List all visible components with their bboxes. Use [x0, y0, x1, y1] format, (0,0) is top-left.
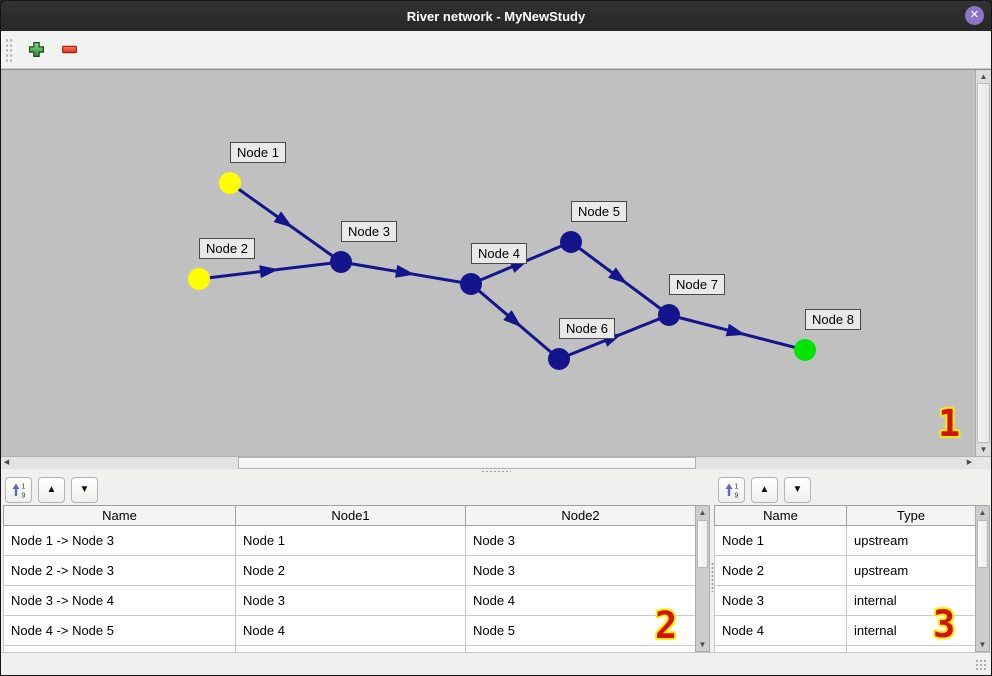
- canvas-hscrollbar-row: ◀ ▶: [1, 456, 991, 469]
- table-cell[interactable]: Node 3: [466, 526, 696, 556]
- node-label[interactable]: Node 7: [669, 274, 725, 295]
- table-cell[interactable]: Node 3: [715, 586, 847, 616]
- table-cell[interactable]: upstream: [847, 526, 976, 556]
- table-cell[interactable]: Node 4: [236, 616, 466, 646]
- up-arrow-icon: ▲: [760, 485, 770, 495]
- node-labels-layer: Node 1 Node 2 Node 3 Node 4 Node 5 Node 6 Node…: [1, 70, 977, 457]
- remove-button[interactable]: [56, 37, 82, 63]
- main-toolbar: [1, 31, 991, 69]
- move-down-button[interactable]: ▼: [784, 477, 811, 503]
- table-cell[interactable]: internal: [847, 616, 976, 646]
- node-label[interactable]: Node 8: [805, 309, 861, 330]
- column-header[interactable]: Name: [715, 506, 847, 526]
- annotation-1: 1: [938, 405, 960, 442]
- table-row[interactable]: Node 2 -> Node 3Node 2Node 3: [4, 556, 696, 586]
- add-button[interactable]: [23, 37, 49, 63]
- table-cell[interactable]: Node 2: [715, 556, 847, 586]
- node-label[interactable]: Node 3: [341, 221, 397, 242]
- node-label[interactable]: Node 6: [559, 318, 615, 339]
- network-canvas[interactable]: Node 1 Node 2 Node 3 Node 4 Node 5 Node 6 Node…: [1, 69, 991, 456]
- canvas-vscroll-thumb[interactable]: [977, 83, 990, 443]
- scroll-down-icon[interactable]: ▼: [696, 638, 709, 651]
- node-label[interactable]: Node 1: [230, 142, 286, 163]
- branches-pane: 1 9 ▲ ▼ NameNode1Node2Node 1 -> Node 3No…: [1, 474, 711, 652]
- column-header[interactable]: Type: [847, 506, 976, 526]
- minus-icon: [61, 41, 78, 58]
- svg-text:9: 9: [734, 493, 738, 500]
- branches-table-scrollbar[interactable]: ▲ ▼: [695, 505, 710, 652]
- app-window: River network - MyNewStudy ✕ Node 1Node …: [0, 0, 992, 676]
- branches-scroll-thumb[interactable]: [697, 520, 708, 568]
- table-row[interactable]: Node 2upstream: [715, 556, 976, 586]
- branches-table: NameNode1Node2Node 1 -> Node 3Node 1Node…: [3, 505, 695, 652]
- resize-grip[interactable]: [975, 659, 988, 672]
- scroll-left-icon[interactable]: ◀: [1, 457, 12, 469]
- toolbar-drag-handle[interactable]: [5, 38, 14, 62]
- table-cell[interactable]: Node 4 -> Node 5: [4, 616, 236, 646]
- table-cell[interactable]: Node 3: [466, 556, 696, 586]
- sort-ascending-icon: 1 9: [723, 481, 741, 499]
- scroll-right-icon[interactable]: ▶: [964, 457, 975, 469]
- nodes-toolbar: 1 9 ▲ ▼: [714, 474, 991, 505]
- table-cell[interactable]: Node 3: [236, 586, 466, 616]
- table-cell[interactable]: Node 2 -> Node 3: [4, 556, 236, 586]
- scroll-down-icon[interactable]: ▼: [976, 443, 991, 456]
- close-button[interactable]: ✕: [965, 6, 984, 25]
- down-arrow-icon: ▼: [793, 485, 803, 495]
- table-row[interactable]: Node 1 -> Node 3Node 1Node 3: [4, 526, 696, 556]
- close-icon: ✕: [970, 9, 979, 21]
- sort-button[interactable]: 1 9: [718, 477, 745, 503]
- table-cell[interactable]: Node 1: [715, 526, 847, 556]
- node-label[interactable]: Node 5: [571, 201, 627, 222]
- annotation-2: 2: [655, 607, 677, 644]
- scroll-up-icon[interactable]: ▲: [696, 506, 709, 519]
- scrollbar-corner: [975, 456, 991, 469]
- scroll-up-icon[interactable]: ▲: [976, 70, 991, 83]
- table-cell[interactable]: Node 1: [236, 526, 466, 556]
- column-header[interactable]: Node1: [236, 506, 466, 526]
- down-arrow-icon: ▼: [80, 485, 90, 495]
- canvas-vscrollbar[interactable]: ▲ ▼: [975, 70, 991, 456]
- branches-table-wrap: NameNode1Node2Node 1 -> Node 3Node 1Node…: [3, 505, 695, 652]
- node-label[interactable]: Node 4: [471, 243, 527, 264]
- canvas-hscroll-thumb[interactable]: [238, 457, 696, 469]
- column-header[interactable]: Node2: [466, 506, 696, 526]
- status-bar: [1, 652, 991, 675]
- scroll-down-icon[interactable]: ▼: [976, 638, 989, 651]
- nodes-scroll-thumb[interactable]: [977, 520, 988, 568]
- table-row[interactable]: Node 4 -> Node 5Node 4Node 5: [4, 616, 696, 646]
- column-header[interactable]: Name: [4, 506, 236, 526]
- table-cell[interactable]: Node 1 -> Node 3: [4, 526, 236, 556]
- canvas-hscrollbar[interactable]: ◀ ▶: [1, 456, 975, 469]
- splitter-handle-dots: [481, 470, 511, 473]
- scroll-up-icon[interactable]: ▲: [976, 506, 989, 519]
- table-row[interactable]: Node 1upstream: [715, 526, 976, 556]
- move-up-button[interactable]: ▲: [751, 477, 778, 503]
- table-cell[interactable]: upstream: [847, 556, 976, 586]
- move-up-button[interactable]: ▲: [38, 477, 65, 503]
- table-cell[interactable]: Node 2: [236, 556, 466, 586]
- title-bar[interactable]: River network - MyNewStudy ✕: [1, 1, 991, 31]
- table-cell[interactable]: Node 4: [715, 616, 847, 646]
- branches-toolbar: 1 9 ▲ ▼: [1, 474, 711, 505]
- svg-text:1: 1: [734, 484, 738, 491]
- table-cell[interactable]: internal: [847, 586, 976, 616]
- node-label[interactable]: Node 2: [199, 238, 255, 259]
- nodes-table-scrollbar[interactable]: ▲ ▼: [975, 505, 990, 652]
- plus-icon: [28, 41, 45, 58]
- up-arrow-icon: ▲: [47, 485, 57, 495]
- table-row[interactable]: Node 3 -> Node 4Node 3Node 4: [4, 586, 696, 616]
- window-title: River network - MyNewStudy: [407, 9, 585, 24]
- svg-text:1: 1: [21, 484, 25, 491]
- header-row: NameType: [715, 506, 976, 526]
- svg-text:9: 9: [21, 493, 25, 500]
- sort-button[interactable]: 1 9: [5, 477, 32, 503]
- header-row: NameNode1Node2: [4, 506, 696, 526]
- bottom-panes: 1 9 ▲ ▼ NameNode1Node2Node 1 -> Node 3No…: [1, 474, 991, 652]
- table-cell[interactable]: Node 3 -> Node 4: [4, 586, 236, 616]
- annotation-3: 3: [933, 606, 955, 643]
- move-down-button[interactable]: ▼: [71, 477, 98, 503]
- sort-ascending-icon: 1 9: [10, 481, 28, 499]
